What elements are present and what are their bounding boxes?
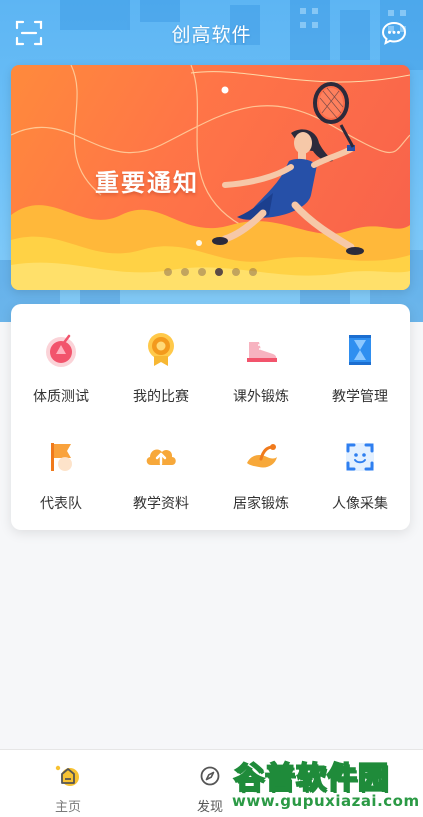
grid-item-label: 居家锻炼: [233, 496, 289, 512]
grid-item-teaching-management[interactable]: 教学管理: [310, 304, 410, 408]
banner-headline: 重要通知: [95, 169, 199, 197]
nav-home-label: 主页: [54, 800, 81, 815]
medal-icon: [148, 333, 174, 366]
carousel-indicator: [11, 268, 410, 278]
function-grid: 体质测试 我的比赛 课外锻炼 教学管理 代表队 教学资料 居家锻炼 人像采集: [11, 304, 410, 530]
body-test-icon: [46, 334, 76, 367]
grid-item-extracurricular[interactable]: 课外锻炼: [211, 304, 311, 408]
grid-item-home-exercise[interactable]: 居家锻炼: [211, 411, 311, 515]
grid-item-label: 教学管理: [332, 389, 388, 405]
message-button[interactable]: [381, 20, 407, 46]
carousel-dot-active[interactable]: [215, 268, 223, 276]
carousel-dot[interactable]: [164, 268, 172, 276]
flag-icon: [51, 443, 72, 471]
hourglass-icon: [349, 335, 371, 365]
grid-item-label: 人像采集: [332, 496, 388, 512]
carousel-dot[interactable]: [181, 268, 189, 276]
grid-item-label: 课外锻炼: [233, 389, 289, 405]
running-shoe-icon: [247, 342, 277, 362]
carousel-dot[interactable]: [249, 268, 257, 276]
grid-item-label: 我的比赛: [133, 389, 189, 405]
face-scan-icon: [346, 443, 374, 471]
grid-item-label: 代表队: [40, 496, 82, 512]
compass-icon: [200, 766, 220, 786]
grid-item-face-capture[interactable]: 人像采集: [310, 411, 410, 515]
notice-banner[interactable]: 重要通知: [11, 65, 410, 290]
nav-home[interactable]: 主页: [38, 764, 98, 815]
grid-item-body-test[interactable]: 体质测试: [11, 304, 111, 408]
watermark-title: 谷普软件园: [233, 760, 389, 797]
grid-item-team[interactable]: 代表队: [11, 411, 111, 515]
grid-item-label: 体质测试: [33, 389, 89, 405]
watermark-url: www.gupuxiazai.com: [232, 792, 420, 810]
grid-item-teaching-materials[interactable]: 教学资料: [111, 411, 211, 515]
carousel-dot[interactable]: [232, 268, 240, 276]
grid-item-label: 教学资料: [133, 496, 189, 512]
tennis-player-illustration: [11, 65, 410, 290]
grid-item-my-match[interactable]: 我的比赛: [111, 304, 211, 408]
page-title: 创高软件: [171, 24, 252, 46]
chat-bubble-icon: [381, 21, 407, 45]
site-watermark: 谷普软件园 www.gupuxiazai.com: [228, 752, 421, 814]
carousel-dot[interactable]: [198, 268, 206, 276]
cloud-upload-icon: [146, 449, 176, 466]
top-bar: 创高软件: [0, 0, 423, 64]
home-icon: [55, 765, 79, 786]
home-exercise-icon: [247, 444, 277, 468]
